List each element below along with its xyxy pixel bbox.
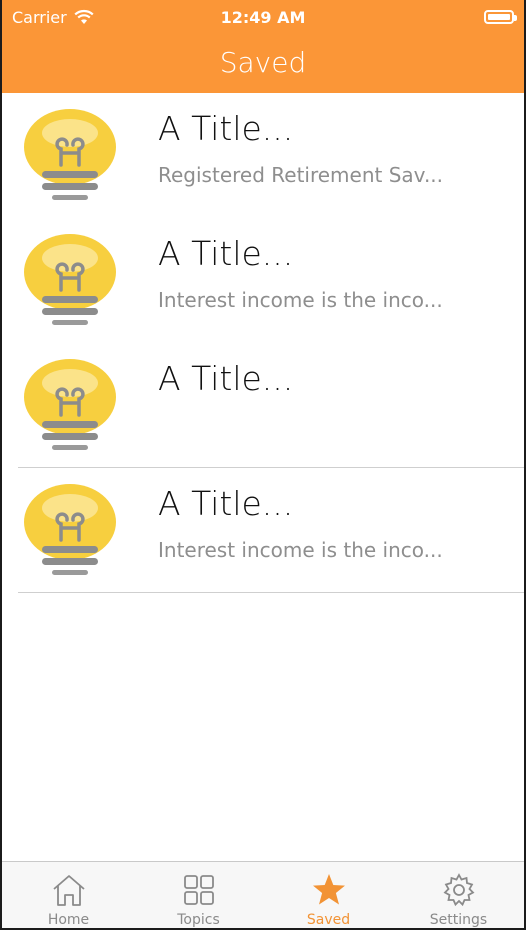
list-item[interactable]: A Title... Interest income is the inco..… [0, 468, 526, 593]
tab-label: Saved [306, 912, 351, 928]
tab-bar: Home Topics Saved Settings [0, 861, 526, 930]
item-title: A Title... [158, 484, 294, 523]
grid-icon [183, 875, 214, 905]
tab-label: Settings [429, 912, 488, 928]
home-icon [52, 875, 85, 906]
tab-label: Home [47, 912, 90, 928]
lightbulb-icon [24, 484, 116, 575]
item-subtitle: Interest income is the inco... [158, 538, 443, 562]
item-title: A Title... [158, 109, 294, 148]
tab-label: Topics [177, 912, 220, 928]
lightbulb-icon [24, 234, 116, 325]
item-subtitle: Registered Retirement Sav... [158, 163, 444, 187]
status-bar: Carrier 12:49 AM [0, 0, 526, 34]
list-item[interactable]: A Title... Registered Retirement Sav... [0, 93, 526, 218]
list-item[interactable]: A Title... Interest income is the inco..… [0, 218, 526, 343]
item-title: A Title... [158, 359, 294, 398]
gear-icon [443, 873, 474, 907]
star-icon [312, 874, 345, 905]
lightbulb-icon [24, 359, 116, 450]
tab-topics[interactable]: Topics [133, 862, 264, 930]
saved-list: A Title... Registered Retirement Sav... … [0, 93, 526, 593]
tab-settings[interactable]: Settings [393, 862, 524, 930]
battery-icon [484, 10, 517, 24]
lightbulb-icon [24, 109, 116, 200]
clock: 12:49 AM [220, 8, 306, 27]
page-title: Saved [219, 46, 307, 79]
list-item[interactable]: A Title... [0, 343, 526, 468]
row-divider [18, 592, 526, 593]
item-subtitle: Interest income is the inco... [158, 288, 443, 312]
tab-home[interactable]: Home [3, 862, 134, 930]
navigation-header: Carrier 12:49 AM Saved [0, 0, 526, 93]
item-title: A Title... [158, 234, 294, 273]
tab-saved[interactable]: Saved [263, 862, 394, 930]
